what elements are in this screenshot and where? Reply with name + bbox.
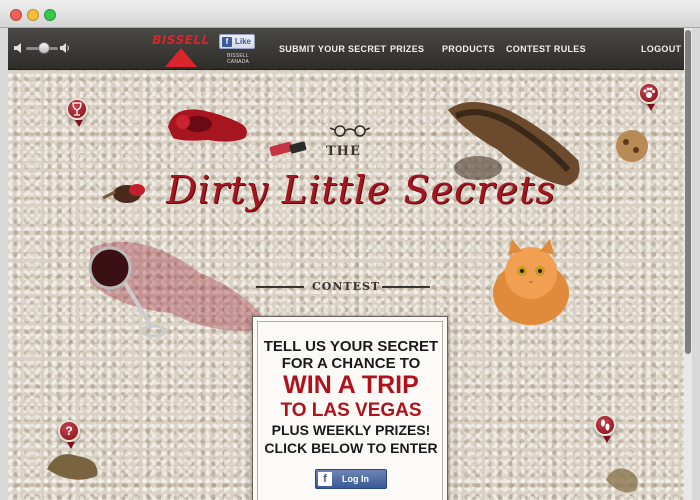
right-flourish-ornament bbox=[382, 286, 430, 288]
like-label: Like bbox=[235, 37, 252, 46]
footprints-icon[interactable] bbox=[594, 414, 616, 443]
card-line-tell-us: TELL US YOUR SECRET bbox=[263, 338, 439, 355]
cookie-stain-image bbox=[616, 130, 648, 162]
facebook-like-widget: f Like BISSELL CANADA bbox=[219, 34, 257, 65]
site-navbar: BISSELL f Like BISSELL CANADA SUBMIT YOU… bbox=[8, 28, 692, 70]
paw-icon[interactable] bbox=[638, 82, 660, 111]
chocolate-strawberry-image bbox=[102, 184, 145, 203]
speaker-low-icon[interactable] bbox=[14, 43, 22, 53]
orange-cat-image bbox=[493, 239, 569, 325]
nav-link-prizes[interactable]: PRIZES bbox=[390, 44, 424, 54]
wine-glass-icon[interactable] bbox=[66, 98, 88, 127]
title-contest: CONTEST bbox=[312, 280, 381, 293]
facebook-login-button[interactable]: f Log In bbox=[315, 469, 387, 489]
question-mark-icon[interactable]: ? bbox=[58, 420, 80, 449]
lipstick-image bbox=[269, 141, 307, 157]
scrollbar-thumb[interactable] bbox=[685, 30, 691, 354]
red-shoe-image bbox=[168, 109, 247, 142]
title-the: THE bbox=[326, 144, 361, 159]
card-line-chance: FOR A CHANCE TO bbox=[281, 355, 421, 372]
facebook-icon: f bbox=[318, 472, 332, 486]
facebook-icon: f bbox=[222, 37, 232, 47]
left-flourish-ornament bbox=[256, 286, 304, 288]
facebook-like-button[interactable]: f Like bbox=[219, 34, 255, 49]
wine-stain-image bbox=[88, 241, 270, 338]
card-line-win-trip: WIN A TRIP bbox=[283, 371, 419, 399]
close-window-button[interactable] bbox=[10, 9, 22, 21]
eyeglasses-ornament-icon bbox=[329, 125, 371, 137]
volume-slider-knob[interactable] bbox=[38, 42, 50, 54]
page-viewport: BISSELL f Like BISSELL CANADA SUBMIT YOU… bbox=[8, 28, 692, 500]
card-line-click-below: CLICK BELOW TO ENTER bbox=[264, 440, 438, 456]
dirt-stain-image bbox=[606, 468, 638, 493]
browser-window: BISSELL f Like BISSELL CANADA SUBMIT YOU… bbox=[0, 0, 700, 500]
logout-link[interactable]: LOGOUT bbox=[641, 44, 681, 54]
logo-triangle-icon bbox=[165, 48, 197, 67]
login-label: Log In bbox=[342, 474, 369, 484]
nav-link-products[interactable]: PRODUCTS bbox=[442, 44, 495, 54]
logo-wordmark: BISSELL bbox=[152, 33, 210, 47]
card-line-weekly-prizes: PLUS WEEKLY PRIZES! bbox=[271, 422, 431, 438]
mud-stain-image bbox=[47, 454, 98, 480]
nav-link-submit-secret[interactable]: SUBMIT YOUR SECRET bbox=[279, 44, 386, 54]
title-bar bbox=[0, 0, 700, 28]
nav-link-contest-rules[interactable]: CONTEST RULES bbox=[506, 44, 586, 54]
speaker-high-icon[interactable] bbox=[60, 43, 70, 53]
bissell-logo[interactable]: BISSELL bbox=[150, 31, 212, 67]
contest-title: Dirty Little Secrets bbox=[166, 168, 556, 212]
minimize-window-button[interactable] bbox=[27, 9, 39, 21]
entry-card: TELL US YOUR SECRET FOR A CHANCE TO WIN … bbox=[252, 316, 448, 500]
like-caption: BISSELL CANADA bbox=[226, 53, 250, 65]
zoom-window-button[interactable] bbox=[44, 9, 56, 21]
card-line-las-vegas: TO LAS VEGAS bbox=[280, 400, 422, 421]
page-scrollbar[interactable] bbox=[684, 28, 692, 500]
